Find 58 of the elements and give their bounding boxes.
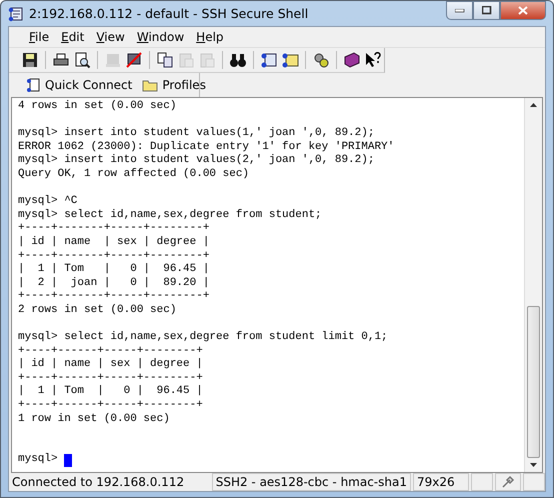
status-panel — [523, 473, 545, 491]
terminal-line: | 1 | Tom | 0 | 96.45 | — [18, 385, 204, 400]
terminal-line: +----+-------+-----+--------+ — [18, 290, 210, 304]
scroll-up-icon[interactable] — [529, 102, 538, 108]
terminal-line: +----+------+-----+--------+ — [18, 344, 204, 358]
key-icon — [500, 474, 516, 490]
menu-item[interactable]: Window — [130, 30, 190, 44]
terminal-line: mysql> insert into student values(2,' joan ',0, 89.2); — [18, 154, 376, 168]
print-preview-icon[interactable] — [73, 51, 91, 69]
new-file-transfer-icon[interactable] — [281, 51, 299, 69]
disconnect-icon[interactable] — [125, 51, 143, 69]
connect-icon — [25, 77, 41, 93]
window-title: 2:192.168.0.112 - default - SSH Secure Shell — [29, 6, 310, 21]
minimize-button[interactable] — [446, 1, 473, 20]
save-icon[interactable] — [21, 51, 39, 69]
terminal-line: 4 rows in set (0.00 sec) — [18, 100, 178, 114]
terminal-size: 79x26 — [413, 473, 469, 491]
close-button[interactable] — [500, 1, 546, 20]
terminal-line: +----+-------+-----+--------+ — [18, 250, 210, 263]
vertical-scrollbar[interactable] — [524, 98, 542, 472]
terminal-line: 2 rows in set (0.00 sec) — [18, 304, 178, 318]
app-icon — [8, 6, 24, 22]
cipher-status: SSH2 - aes128-cbc - hmac-sha1 — [212, 473, 411, 491]
scrollbar-thumb[interactable] — [527, 306, 540, 458]
minimize-icon — [454, 8, 464, 12]
maximize-icon — [482, 6, 492, 15]
binoculars-icon[interactable] — [229, 51, 247, 69]
profiles-button[interactable]: Profiles — [140, 78, 208, 92]
terminal-line: mysql> select id,name,sex,degree from student limit 0,1; — [18, 331, 389, 345]
terminal-line: | 2 | joan | 0 | 89.20 | — [18, 276, 210, 290]
status-panel — [471, 473, 493, 491]
terminal-line: +----+-------+-----+--------+ — [18, 222, 210, 236]
quick-connect-button[interactable]: Quick Connect — [23, 77, 134, 93]
terminal-line: mysql> select id,name,sex,degree from student; — [18, 208, 323, 222]
terminal-line: +----+------+-----+--------+ — [18, 399, 204, 413]
scroll-down-icon[interactable] — [529, 462, 538, 468]
terminal-line: +----+------+-----+--------+ — [18, 372, 204, 385]
maximize-button[interactable] — [473, 1, 500, 20]
menu-item[interactable]: File — [23, 30, 56, 44]
menu-item[interactable]: Edit — [55, 30, 90, 44]
terminal-line: 1 row in set (0.00 sec) — [18, 412, 171, 426]
terminal-line: mysql> ^C — [18, 195, 78, 209]
terminal-line: ERROR 1062 (23000): Duplicate entry '1' for key 'PRIMARY' — [18, 140, 396, 154]
menu-item[interactable]: View — [90, 30, 131, 44]
menu-item[interactable]: Help — [190, 30, 230, 44]
terminal-line: mysql> — [18, 453, 58, 468]
terminal-line: | id | name | sex | degree | — [18, 358, 204, 372]
folder-icon — [142, 78, 158, 92]
terminal-line: | id | name | sex | degree | — [18, 236, 210, 250]
copy-icon[interactable] — [156, 51, 174, 69]
connection-status: Connected to 192.168.0.112 — [11, 474, 186, 491]
close-icon — [518, 6, 528, 15]
text-cursor — [64, 454, 72, 467]
context-help-icon[interactable] — [364, 51, 382, 69]
new-terminal-icon[interactable] — [260, 51, 278, 69]
terminal-line: mysql> insert into student values(1,' joan ',0, 89.2); — [18, 127, 376, 141]
terminal-line: | 1 | Tom | 0 | 96.45 | — [18, 263, 210, 277]
terminal-line: Query OK, 1 row affected (0.00 sec) — [18, 168, 250, 182]
